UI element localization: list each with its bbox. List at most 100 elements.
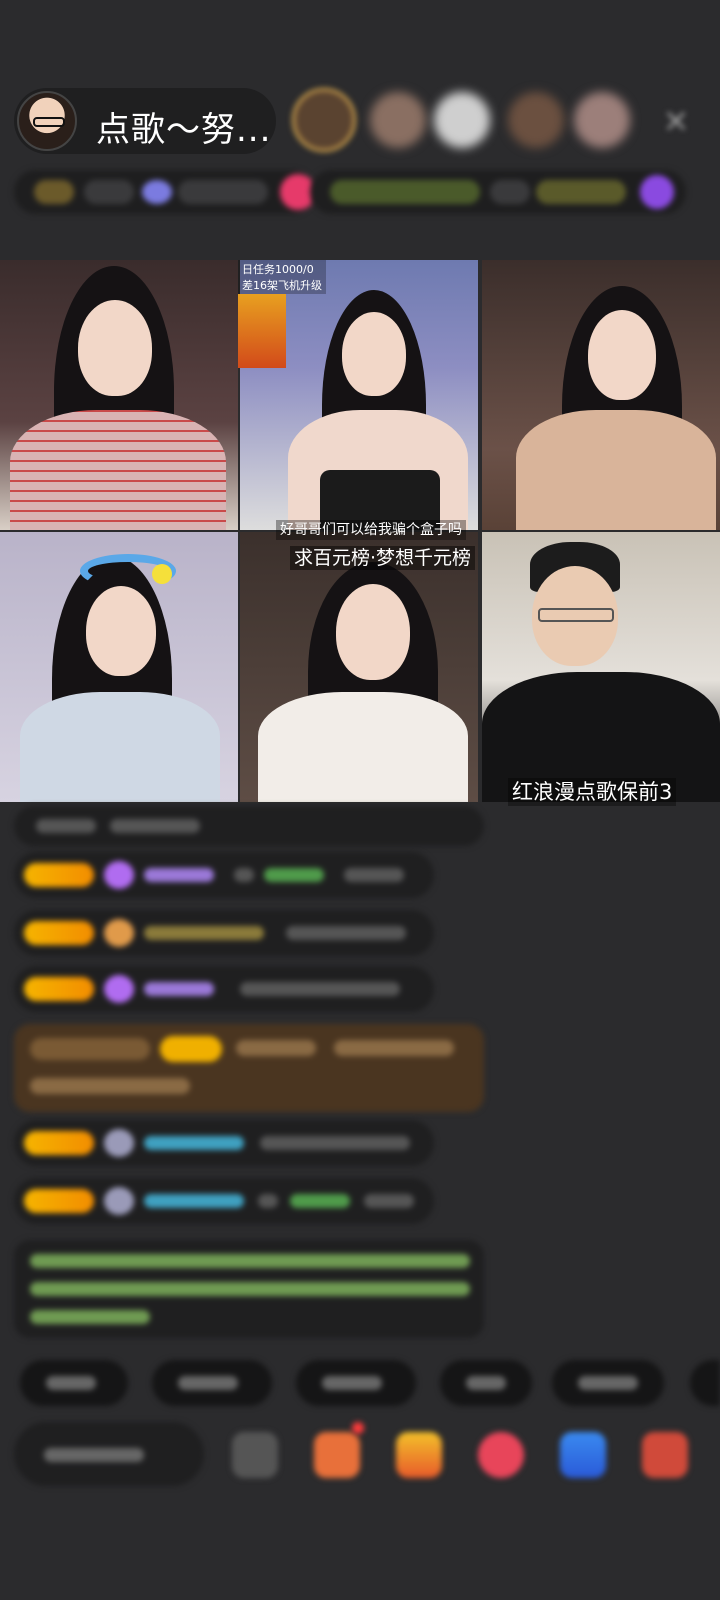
event-icon[interactable] [640, 175, 674, 209]
face-shape [588, 310, 656, 400]
text-block [234, 868, 254, 882]
text-block [30, 1310, 150, 1324]
username[interactable] [144, 1136, 244, 1150]
gift-icon[interactable] [396, 1432, 442, 1478]
comment-input[interactable] [14, 1422, 204, 1486]
text-block [44, 1448, 144, 1462]
text-block [334, 1040, 454, 1056]
system-notice [14, 1240, 484, 1338]
fan-badge [24, 1189, 94, 1213]
stat-chip [178, 180, 268, 204]
username[interactable] [264, 868, 324, 882]
avatar [104, 1129, 134, 1157]
chat-message[interactable] [14, 966, 434, 1012]
video-tile-5[interactable] [240, 532, 478, 802]
daily-task-overlay[interactable]: 日任务1000/0 差16架飞机升级 [238, 260, 326, 294]
text-block [258, 1194, 278, 1208]
fan-badge [24, 921, 94, 945]
text-block [110, 819, 200, 833]
face-shape [342, 312, 406, 396]
text-block [178, 1376, 238, 1390]
highlight-chat-message[interactable] [14, 1024, 484, 1112]
stat-chip [84, 180, 134, 204]
heart-icon [104, 919, 134, 947]
room-stats-bar[interactable] [14, 170, 316, 214]
outfit-shape [516, 410, 716, 530]
face-shape [336, 584, 410, 680]
username[interactable] [144, 1194, 244, 1208]
fan-badge [24, 863, 94, 887]
text-block [364, 1194, 414, 1208]
outfit-shape [20, 692, 220, 802]
chat-message[interactable] [14, 1120, 434, 1166]
text-block [260, 1136, 410, 1150]
video-tile-1[interactable] [0, 260, 238, 530]
fan-badge [24, 1131, 94, 1155]
shop-icon[interactable] [314, 1432, 360, 1478]
viewer-avatar[interactable] [574, 92, 630, 148]
task-reward-image [238, 294, 286, 368]
tile-caption: 求百元榜·梦想千元榜 [290, 546, 476, 570]
username[interactable] [144, 926, 264, 940]
text-block [344, 868, 404, 882]
host-info-pill[interactable]: 点歌～努... [14, 88, 276, 154]
heart-icon [104, 975, 134, 1003]
host-avatar[interactable] [17, 91, 77, 151]
heart-icon [104, 861, 134, 889]
host-title: 点歌～努... [96, 110, 272, 150]
viewer-avatar[interactable] [434, 92, 490, 148]
viewer-avatar[interactable] [292, 88, 356, 152]
face-shape [78, 300, 152, 396]
activity-chip [536, 180, 626, 204]
text-block [578, 1376, 638, 1390]
task-line-1: 日任务1000/0 [242, 263, 314, 276]
glasses-graphic [538, 608, 614, 622]
quick-reply-chip[interactable] [552, 1360, 664, 1406]
tile-caption: 好哥哥们可以给我骗个盒子吗 [276, 520, 466, 540]
username[interactable] [290, 1194, 350, 1208]
text-block [46, 1376, 96, 1390]
tile-caption: 红浪漫点歌保前3 [508, 778, 677, 806]
activity-bar[interactable] [310, 170, 686, 214]
glasses-graphic [33, 117, 65, 127]
chat-message[interactable] [14, 1178, 434, 1224]
username[interactable] [144, 982, 214, 996]
outfit-shape [258, 692, 468, 802]
activity-chip [330, 180, 480, 204]
close-icon[interactable]: × [656, 100, 696, 140]
share-icon[interactable] [560, 1432, 606, 1478]
fan-badge [24, 977, 94, 1001]
username[interactable] [236, 1040, 316, 1056]
username[interactable] [144, 868, 214, 882]
chat-message[interactable] [14, 910, 434, 956]
quick-reply-chip[interactable] [152, 1360, 272, 1406]
quick-reply-chip[interactable] [440, 1360, 532, 1406]
quick-reply-chip[interactable] [690, 1360, 720, 1406]
chat-message[interactable] [14, 806, 484, 846]
notification-dot [352, 1422, 364, 1434]
chat-message[interactable] [14, 852, 434, 898]
avatar [104, 1187, 134, 1215]
quick-reply-chip[interactable] [20, 1360, 128, 1406]
emoji-icon[interactable] [232, 1432, 278, 1478]
viewer-avatar[interactable] [370, 92, 426, 148]
text-block [30, 1078, 190, 1094]
text-block [286, 926, 406, 940]
quick-reply-chip[interactable] [296, 1360, 416, 1406]
text-block [30, 1254, 470, 1268]
more-icon[interactable] [642, 1432, 688, 1478]
coin-icon [142, 180, 172, 204]
face-shape [86, 586, 156, 676]
video-tile-3[interactable] [482, 260, 720, 530]
outfit-shape [10, 410, 226, 530]
text-block [322, 1376, 382, 1390]
video-tile-4[interactable] [0, 532, 238, 802]
level-badge [30, 1038, 150, 1060]
heart-icon[interactable] [478, 1432, 524, 1478]
level-badge [34, 180, 74, 204]
video-tile-6[interactable] [482, 532, 720, 802]
fan-badge [160, 1036, 222, 1062]
flower-icon [152, 564, 172, 584]
viewer-avatar[interactable] [508, 92, 564, 148]
activity-chip [490, 180, 530, 204]
